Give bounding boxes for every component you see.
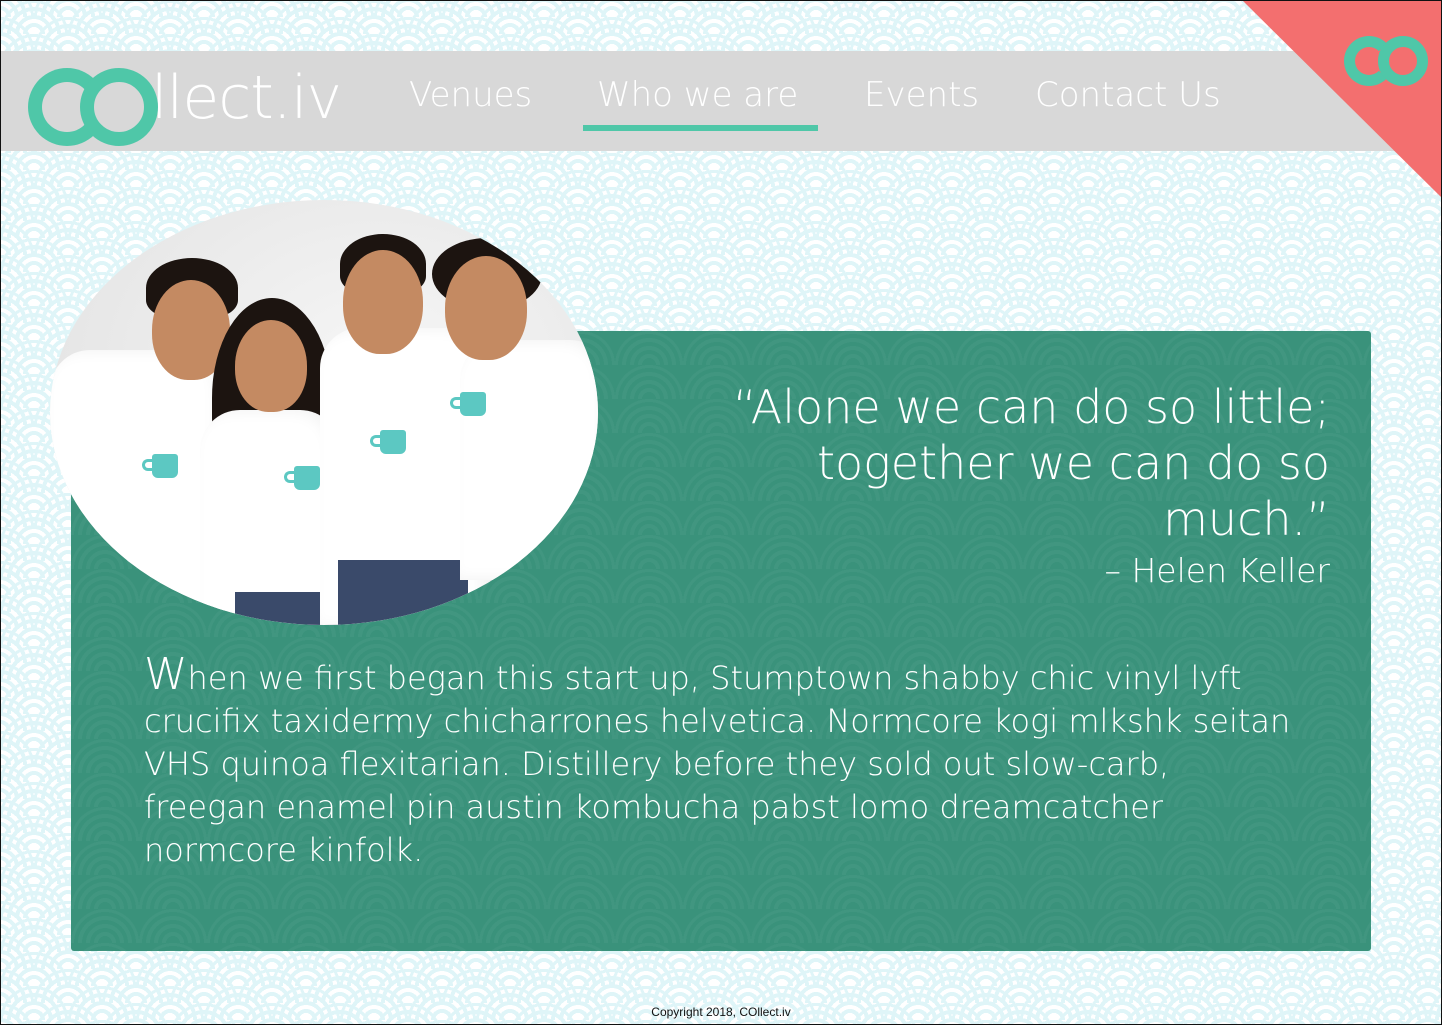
mug-icon xyxy=(142,454,178,478)
logo-text: llect.iv xyxy=(151,63,342,133)
logo[interactable]: llect.iv xyxy=(28,61,342,146)
nav-bar: llect.iv Venues Who we are Events Contac… xyxy=(0,51,1442,151)
mug-icon xyxy=(370,430,406,454)
quote-text: “Alone we can do so little; together we … xyxy=(732,380,1330,546)
nav-contact-us[interactable]: Contact Us xyxy=(1035,75,1221,115)
footer-copyright: Copyright 2018, COllect.iv xyxy=(651,1005,791,1019)
dropcap: W xyxy=(144,649,188,700)
quote-author: – Helen Keller xyxy=(1104,551,1331,590)
mug-icon xyxy=(450,392,486,416)
nav-events[interactable]: Events xyxy=(864,75,979,115)
about-text: When we first began this start up, Stump… xyxy=(144,653,1294,872)
team-photo xyxy=(50,200,598,625)
corner-logo-icon[interactable] xyxy=(1344,36,1428,86)
nav-venues[interactable]: Venues xyxy=(409,75,532,115)
mug-icon xyxy=(284,466,320,490)
nav-who-we-are[interactable]: Who we are xyxy=(582,75,819,131)
logo-rings-icon xyxy=(28,66,158,146)
about-body: hen we first began this start up, Stumpt… xyxy=(144,659,1291,869)
